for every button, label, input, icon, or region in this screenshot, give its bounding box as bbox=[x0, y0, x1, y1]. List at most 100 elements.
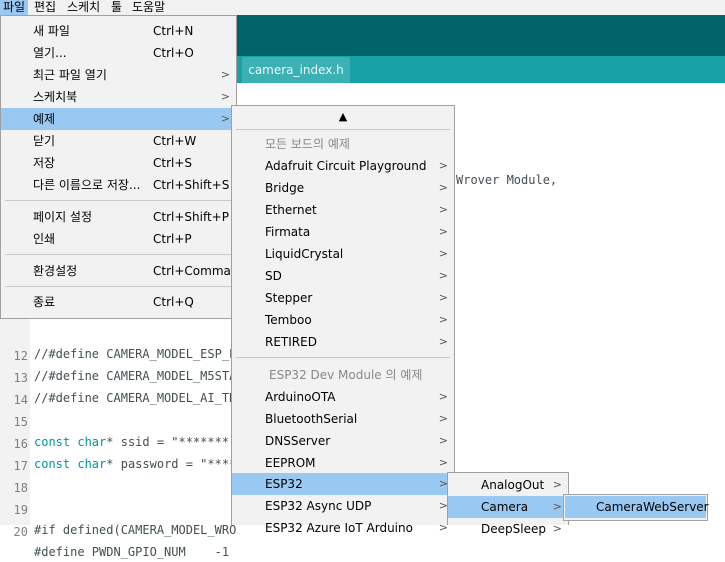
menu-item-label: 페이지 설정 bbox=[33, 210, 93, 224]
menu-item-example[interactable]: ESP32 Azure IoT Arduino > bbox=[232, 517, 454, 539]
menu-item-label: ArduinoOTA bbox=[265, 390, 336, 404]
menu-item-label: AnalogOut bbox=[481, 478, 545, 492]
chevron-right-icon: > bbox=[438, 335, 448, 348]
menu-item-label: CameraWebServer bbox=[596, 500, 709, 514]
menu-sketch[interactable]: 스케치 bbox=[64, 0, 103, 15]
menu-item-shortcut: Ctrl+W bbox=[153, 134, 197, 148]
menu-item-example[interactable]: Bridge > bbox=[232, 177, 454, 199]
code-rest: * ssid = "******* bbox=[106, 435, 230, 449]
menu-item-camera[interactable]: Camera > bbox=[448, 496, 568, 518]
menu-item-new-file[interactable]: 새 파일 Ctrl+N bbox=[1, 20, 236, 42]
chevron-right-icon: > bbox=[552, 500, 562, 513]
code-line: 15 const char* ssid = "******* bbox=[0, 392, 230, 449]
line-number: 20 bbox=[13, 525, 28, 539]
menu-item-shortcut: Ctrl+O bbox=[153, 46, 194, 60]
menu-separator bbox=[5, 200, 232, 201]
menu-item-sketchbook[interactable]: 스케치북 > bbox=[1, 86, 236, 108]
menu-item-example[interactable]: BluetoothSerial > bbox=[232, 408, 454, 430]
menu-item-label: 최근 파일 열기 bbox=[33, 68, 107, 82]
menu-item-label: EEPROM bbox=[265, 456, 316, 470]
menu-help[interactable]: 도움말 bbox=[129, 0, 168, 15]
chevron-right-icon: > bbox=[438, 247, 448, 260]
chevron-right-icon: > bbox=[438, 291, 448, 304]
menu-item-example[interactable]: Ethernet > bbox=[232, 199, 454, 221]
menu-item-label: 닫기 bbox=[33, 134, 56, 148]
menu-item-label: 스케치북 bbox=[33, 90, 78, 104]
tab-camera-index[interactable]: camera_index.h bbox=[242, 57, 350, 83]
esp32-examples-menu: AnalogOut > Camera > DeepSleep > bbox=[447, 472, 569, 536]
code-line: 20 #define PWDN_GPIO_NUM -1 bbox=[0, 502, 230, 559]
chevron-right-icon: > bbox=[438, 159, 448, 172]
chevron-right-icon: > bbox=[438, 203, 448, 216]
menu-item-label: 환경설정 bbox=[33, 264, 78, 278]
keyword-const: const bbox=[34, 457, 71, 471]
file-menu: 새 파일 Ctrl+N 열기... Ctrl+O 최근 파일 열기 > 스케치북… bbox=[0, 15, 237, 319]
menu-item-example[interactable]: Temboo > bbox=[232, 309, 454, 331]
menu-item-shortcut: Ctrl+N bbox=[153, 24, 194, 38]
menu-item-example[interactable]: LiquidCrystal > bbox=[232, 243, 454, 265]
menu-item-open-recent[interactable]: 최근 파일 열기 > bbox=[1, 64, 236, 86]
menu-item-example[interactable]: SD > bbox=[232, 265, 454, 287]
menu-separator bbox=[236, 357, 450, 358]
menu-item-example[interactable]: Adafruit Circuit Playground > bbox=[232, 155, 454, 177]
menu-item-shortcut: Ctrl+Shift+P bbox=[153, 210, 229, 224]
menu-item-label: DNSServer bbox=[265, 434, 331, 448]
menu-item-example[interactable]: Firmata > bbox=[232, 221, 454, 243]
menu-item-label: DeepSleep bbox=[481, 522, 546, 536]
code-line: 18 bbox=[0, 458, 28, 495]
chevron-right-icon: > bbox=[438, 434, 448, 447]
menu-item-label: ESP32 bbox=[265, 477, 303, 491]
chevron-right-icon: > bbox=[438, 181, 448, 194]
chevron-right-icon: > bbox=[438, 412, 448, 425]
menu-item-shortcut: Ctrl+Comma bbox=[153, 264, 231, 278]
code-line: 13 //#define CAMERA_MODEL_AI_TH bbox=[0, 348, 237, 405]
chevron-right-icon: > bbox=[438, 269, 448, 282]
menu-item-example[interactable]: RETIRED > bbox=[232, 331, 454, 353]
menu-item-examples[interactable]: 예제 > bbox=[1, 108, 236, 130]
code-rest: * password = "**** bbox=[106, 457, 237, 471]
menu-item-print[interactable]: 인쇄 Ctrl+P bbox=[1, 228, 236, 250]
menu-item-deepsleep[interactable]: DeepSleep > bbox=[448, 518, 568, 540]
code-text: //#define CAMERA_MODEL_M5STA bbox=[34, 369, 237, 383]
menu-item-shortcut: Ctrl+Shift+S bbox=[153, 178, 230, 192]
menu-edit[interactable]: 편집 bbox=[31, 0, 59, 15]
menu-item-save[interactable]: 저장 Ctrl+S bbox=[1, 152, 236, 174]
menu-item-example[interactable]: DNSServer > bbox=[232, 430, 454, 452]
chevron-right-icon: > bbox=[438, 225, 448, 238]
menu-item-open[interactable]: 열기... Ctrl+O bbox=[1, 42, 236, 64]
code-text: #if defined(CAMERA_MODEL_WRO bbox=[34, 523, 237, 537]
menu-item-label: Ethernet bbox=[265, 203, 317, 217]
chevron-right-icon: > bbox=[220, 112, 230, 125]
menu-item-close[interactable]: 닫기 Ctrl+W bbox=[1, 130, 236, 152]
menu-item-example[interactable]: EEPROM > bbox=[232, 452, 454, 474]
code-text: #define PWDN_GPIO_NUM -1 bbox=[34, 545, 230, 559]
menu-item-preferences[interactable]: 환경설정 Ctrl+Comma bbox=[1, 260, 236, 282]
menu-tools[interactable]: 툴 bbox=[108, 0, 125, 15]
menu-item-example[interactable]: ESP32 Async UDP > bbox=[232, 495, 454, 517]
menu-item-label: Adafruit Circuit Playground bbox=[265, 159, 427, 173]
menu-item-quit[interactable]: 종료 Ctrl+Q bbox=[1, 291, 236, 313]
menu-item-page-setup[interactable]: 페이지 설정 Ctrl+Shift+P bbox=[1, 206, 236, 228]
menu-item-label: RETIRED bbox=[265, 335, 317, 349]
scroll-up-icon[interactable]: ▲ bbox=[232, 106, 454, 128]
menu-item-label: BluetoothSerial bbox=[265, 412, 358, 426]
menu-item-label: Camera bbox=[481, 500, 529, 514]
menu-item-example[interactable]: ArduinoOTA > bbox=[232, 386, 454, 408]
code-text: //#define CAMERA_MODEL_AI_TH bbox=[34, 391, 237, 405]
keyword-const: const bbox=[34, 435, 71, 449]
menu-separator bbox=[5, 254, 232, 255]
menu-item-example-esp32[interactable]: ESP32 > bbox=[232, 473, 454, 495]
code-line: 16 const char* password = "**** bbox=[0, 414, 237, 471]
menu-item-save-as[interactable]: 다른 이름으로 저장... Ctrl+Shift+S bbox=[1, 174, 236, 196]
menu-item-example[interactable]: Stepper > bbox=[232, 287, 454, 309]
menu-item-analogout[interactable]: AnalogOut > bbox=[448, 474, 568, 496]
menu-file[interactable]: 파일 bbox=[0, 0, 29, 15]
code-text: const char* ssid = "******* bbox=[34, 432, 229, 452]
code-line: 14 bbox=[0, 370, 28, 407]
chevron-right-icon: > bbox=[552, 522, 562, 535]
menu-item-camerawebserver[interactable]: CameraWebServer bbox=[565, 496, 709, 518]
keyword-char: char bbox=[77, 435, 107, 449]
code-fragment: Wrover Module, bbox=[456, 173, 558, 187]
chevron-right-icon: > bbox=[438, 456, 448, 469]
code-text: //#define CAMERA_MODEL_ESP_EYE bbox=[34, 347, 251, 361]
